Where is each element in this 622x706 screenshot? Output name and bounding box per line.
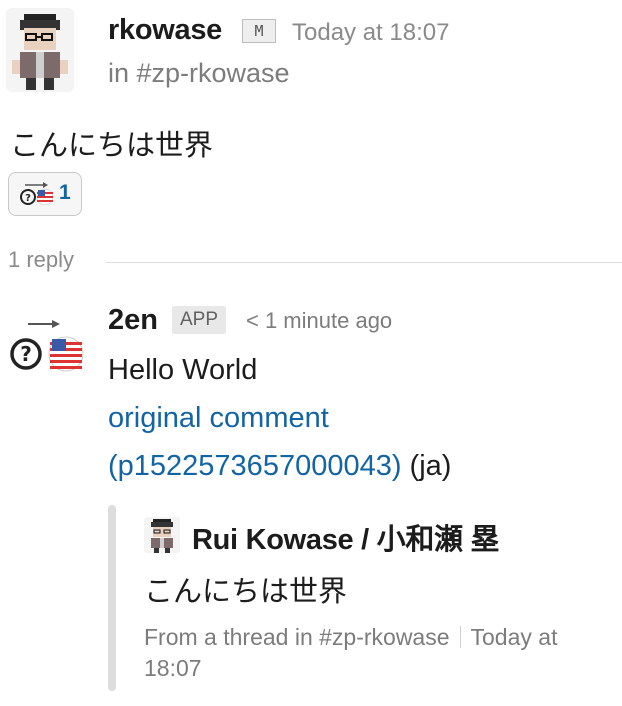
bot-avatar[interactable]: ? [8,316,88,376]
message-id-link[interactable]: (p1522573657000043) [108,450,402,482]
svg-text:?: ? [25,193,31,204]
translate-flag-emoji-icon: ? [20,182,54,206]
bot-name[interactable]: 2en [108,304,158,337]
quote-avatar[interactable] [144,517,180,553]
quote-author-name[interactable]: Rui Kowase / 小和瀬 塁 [192,516,500,558]
language-label: (ja) [401,450,452,482]
quote-text: こんにちは世界 [144,576,348,608]
channel-link[interactable]: in #zp-rkowase [108,58,290,89]
author-name[interactable]: rkowase [108,14,222,47]
footer-separator [459,626,461,648]
avatar[interactable] [6,8,74,92]
message-timestamp[interactable]: Today at 18:07 [292,19,449,47]
question-flag-avatar-icon: ? [10,320,84,372]
pixel-person-avatar-icon [144,517,180,553]
reaction-button[interactable]: ? 1 [8,172,82,216]
reply-timestamp[interactable]: < 1 minute ago [246,308,392,334]
quote-bar [108,505,116,691]
reply-link-line: (p1522573657000043) (ja) [108,450,451,483]
reply-text: Hello World [108,354,258,386]
quote-footer: From a thread in #zp-rkowase Today at 18:… [144,622,614,684]
reaction-count: 1 [59,181,71,204]
replies-divider [106,262,622,263]
replies-count[interactable]: 1 reply [8,247,74,273]
original-comment-link[interactable]: original comment [108,402,329,435]
quote-footer-channel[interactable]: From a thread in #zp-rkowase [144,624,450,650]
svg-text:?: ? [20,342,32,366]
app-badge: APP [172,306,226,334]
message-text: こんにちは世界 [10,130,214,162]
status-emoji-icon: M [242,19,276,43]
pixel-person-avatar-icon [6,8,74,92]
